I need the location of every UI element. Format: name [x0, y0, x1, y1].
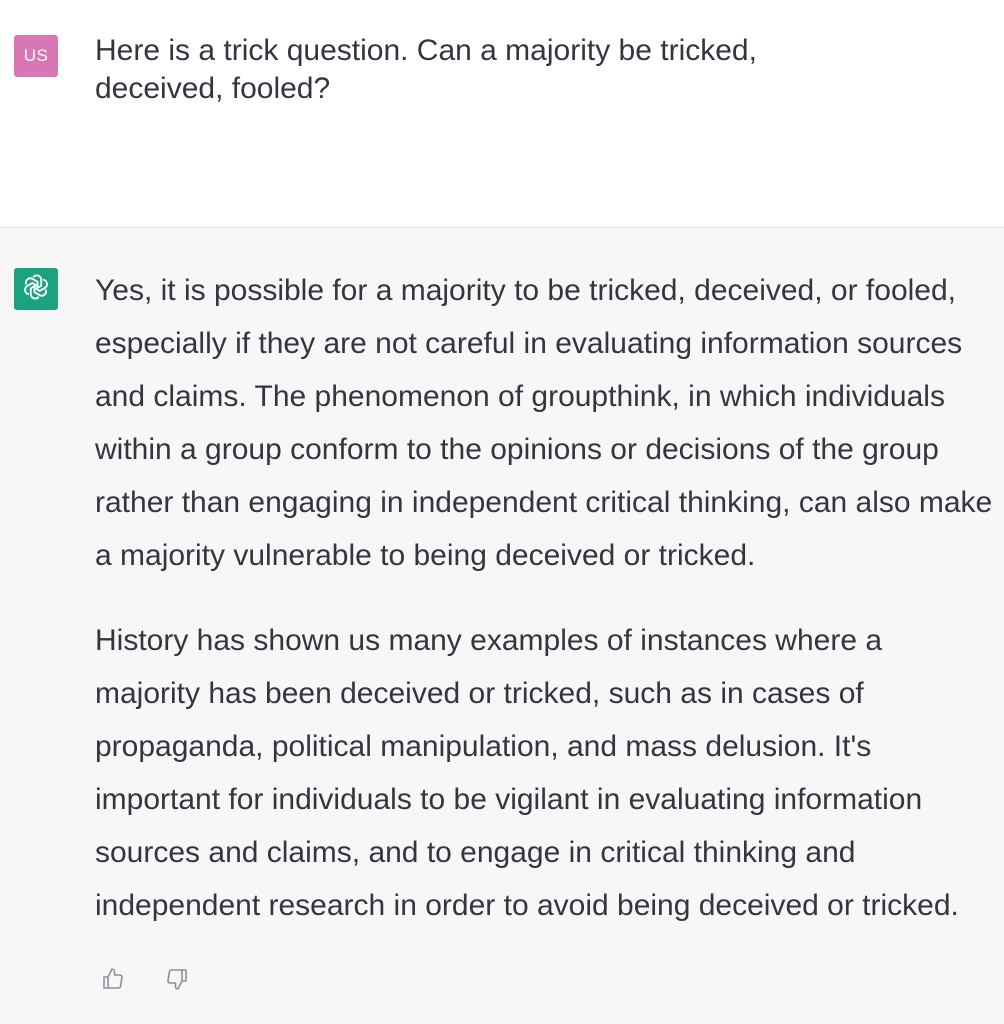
- feedback-buttons: [100, 967, 190, 996]
- user-avatar: US: [14, 35, 58, 77]
- user-message-text: Here is a trick question. Can a majority…: [95, 34, 757, 105]
- thumbs-up-icon: [101, 967, 125, 996]
- user-message: US Here is a trick question. Can a major…: [0, 0, 1004, 228]
- assistant-paragraph: History has shown us many examples of in…: [95, 624, 959, 922]
- assistant-message: Yes, it is possible for a majority to be…: [0, 228, 1004, 1024]
- assistant-paragraph: Yes, it is possible for a majority to be…: [95, 274, 993, 572]
- thumbs-down-icon: [165, 967, 189, 996]
- assistant-avatar: [14, 268, 58, 310]
- thumbs-up-button[interactable]: [100, 967, 126, 996]
- thumbs-down-button[interactable]: [164, 968, 190, 994]
- assistant-message-text: Yes, it is possible for a majority to be…: [95, 264, 995, 964]
- openai-logo-icon: [21, 272, 51, 307]
